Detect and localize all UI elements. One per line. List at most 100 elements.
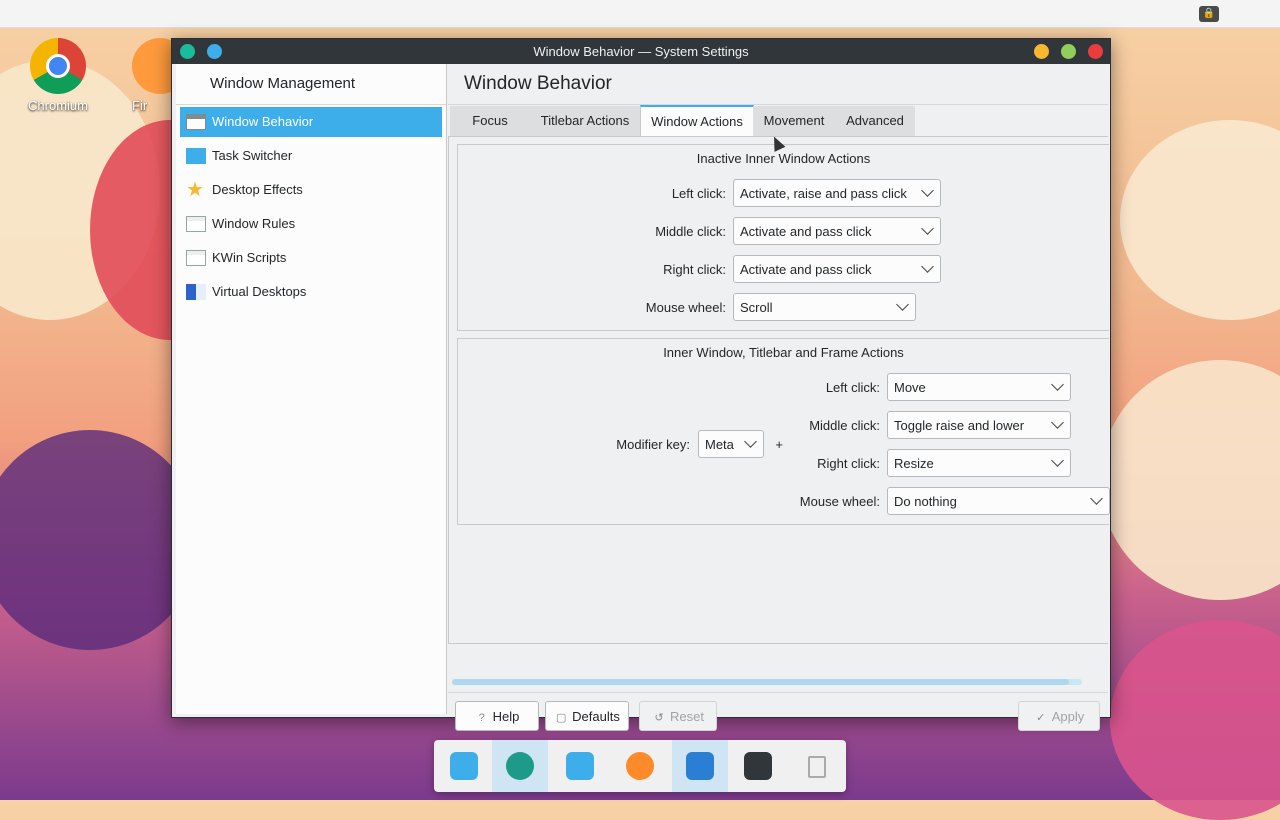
wallpaper-flower xyxy=(1110,620,1280,820)
select-value: Move xyxy=(894,380,926,395)
discover-icon xyxy=(566,752,594,780)
left-click-label: Left click: xyxy=(671,186,726,201)
wallpaper-cloud xyxy=(1120,120,1280,320)
dock xyxy=(434,740,846,792)
kde-launcher-icon xyxy=(450,752,478,780)
firefox-icon xyxy=(626,752,654,780)
virtual-desktops-icon xyxy=(186,284,206,300)
sidebar-item-label: Window Behavior xyxy=(212,114,314,129)
right-click-label: Right click: xyxy=(663,262,726,277)
button-label: Reset xyxy=(670,709,704,724)
desktop-icon-chromium[interactable]: Chromium xyxy=(18,38,98,113)
sidebar-item-label: Window Rules xyxy=(212,216,296,231)
dock-item-file-manager[interactable] xyxy=(672,740,728,792)
lock-icon[interactable]: 🔒 xyxy=(1199,6,1219,22)
chevron-down-icon xyxy=(1051,454,1064,467)
select-value: Toggle raise and lower xyxy=(894,418,1025,433)
tab-bar: Focus Titlebar Actions Window Actions Mo… xyxy=(448,105,1108,136)
middle-click-label: Middle click: xyxy=(655,224,726,239)
select-value: Activate and pass click xyxy=(740,224,872,239)
window-actions-pane: Inactive Inner Window Actions Left click… xyxy=(448,136,1110,644)
chromium-icon xyxy=(30,38,86,94)
tab-window-actions[interactable]: Window Actions xyxy=(640,105,754,136)
sidebar-item-desktop-effects[interactable]: ★ Desktop Effects xyxy=(180,175,442,205)
tab-movement[interactable]: Movement xyxy=(753,106,835,136)
sidebar-item-label: Desktop Effects xyxy=(212,182,303,197)
inactive-right-click-select[interactable]: Activate and pass click xyxy=(733,255,941,283)
group-title: Inner Window, Titlebar and Frame Actions xyxy=(663,345,904,360)
chevron-down-icon xyxy=(921,184,934,197)
sidebar-item-kwin-scripts[interactable]: KWin Scripts xyxy=(180,243,442,273)
sidebar-item-window-rules[interactable]: Window Rules xyxy=(180,209,442,239)
sidebar-item-label: Task Switcher xyxy=(212,148,293,163)
inactive-mouse-wheel-select[interactable]: Scroll xyxy=(733,293,916,321)
modifier-left-click-select[interactable]: Move xyxy=(887,373,1071,401)
dock-item-trash[interactable] xyxy=(788,740,844,792)
select-value: Meta xyxy=(705,437,734,452)
maximize-button[interactable] xyxy=(1061,44,1076,59)
help-button[interactable]: ? Help xyxy=(455,701,539,731)
window-titlebar[interactable]: Window Behavior — System Settings xyxy=(172,39,1110,64)
select-value: Activate, raise and pass click xyxy=(740,186,907,201)
sidebar-item-window-behavior[interactable]: Window Behavior xyxy=(180,107,442,137)
chevron-down-icon xyxy=(744,435,757,448)
system-settings-icon xyxy=(506,752,534,780)
top-panel: 🔒 xyxy=(0,0,1280,28)
kwin-scripts-icon xyxy=(186,250,206,266)
progress-fill xyxy=(452,679,1070,685)
defaults-icon: ▢ xyxy=(555,712,567,724)
trash-icon xyxy=(808,756,826,778)
chevron-down-icon xyxy=(1090,492,1103,505)
defaults-button[interactable]: ▢ Defaults xyxy=(545,701,629,731)
sidebar-item-virtual-desktops[interactable]: Virtual Desktops xyxy=(180,277,442,307)
chevron-down-icon xyxy=(921,260,934,273)
page-title: Window Behavior xyxy=(448,64,1108,105)
sidebar-item-task-switcher[interactable]: Task Switcher xyxy=(180,141,442,171)
terminal-icon xyxy=(744,752,772,780)
help-icon: ? xyxy=(478,712,485,724)
dock-item-kde[interactable] xyxy=(436,740,492,792)
button-label: Apply xyxy=(1051,709,1085,724)
tab-titlebar-actions[interactable]: Titlebar Actions xyxy=(530,106,640,136)
sidebar-item-label: Virtual Desktops xyxy=(212,284,307,299)
sidebar-item-label: KWin Scripts xyxy=(212,250,287,265)
chevron-down-icon xyxy=(1051,416,1064,429)
close-button[interactable] xyxy=(1088,44,1103,59)
star-icon: ★ xyxy=(186,179,204,201)
inactive-inner-window-actions-group: Inactive Inner Window Actions Left click… xyxy=(457,144,1109,331)
system-settings-window: Window Behavior — System Settings Window… xyxy=(171,38,1111,731)
tab-advanced[interactable]: Advanced xyxy=(835,106,915,136)
dock-item-system-settings[interactable] xyxy=(492,740,548,792)
minimize-button[interactable] xyxy=(1034,44,1049,59)
mouse-wheel-label: Mouse wheel: xyxy=(799,494,880,509)
modifier-middle-click-select[interactable]: Toggle raise and lower xyxy=(887,411,1071,439)
window-rules-icon xyxy=(186,216,206,232)
modifier-mouse-wheel-select[interactable]: Do nothing xyxy=(887,487,1110,515)
desktop-icon-label: Chromium xyxy=(28,98,88,113)
modifier-right-click-select[interactable]: Resize xyxy=(887,449,1071,477)
desktop-icon-firefox[interactable]: Fir xyxy=(132,38,172,113)
task-switcher-icon xyxy=(186,148,206,164)
firefox-icon xyxy=(132,38,172,94)
select-value: Activate and pass click xyxy=(740,262,872,277)
inactive-middle-click-select[interactable]: Activate and pass click xyxy=(733,217,941,245)
tab-focus[interactable]: Focus xyxy=(450,106,530,136)
inactive-left-click-select[interactable]: Activate, raise and pass click xyxy=(733,179,941,207)
button-label: Defaults xyxy=(572,709,620,724)
plus-sign: + xyxy=(775,437,783,452)
left-click-label: Left click: xyxy=(825,380,880,395)
reset-button[interactable]: ↺ Reset xyxy=(639,701,717,731)
modifier-key-label: Modifier key: xyxy=(616,437,690,452)
dock-item-discover[interactable] xyxy=(552,740,608,792)
select-value: Scroll xyxy=(740,300,773,315)
window-icon xyxy=(186,114,206,130)
apply-button[interactable]: ✓ Apply xyxy=(1018,701,1100,731)
select-value: Do nothing xyxy=(894,494,957,509)
dock-item-firefox[interactable] xyxy=(612,740,668,792)
sidebar-header: Window Management xyxy=(176,64,446,105)
dock-item-terminal[interactable] xyxy=(730,740,786,792)
modifier-key-select[interactable]: Meta xyxy=(698,430,764,458)
mouse-wheel-label: Mouse wheel: xyxy=(645,300,726,315)
scroll-progress-bar[interactable] xyxy=(452,679,1082,685)
chevron-down-icon xyxy=(921,222,934,235)
